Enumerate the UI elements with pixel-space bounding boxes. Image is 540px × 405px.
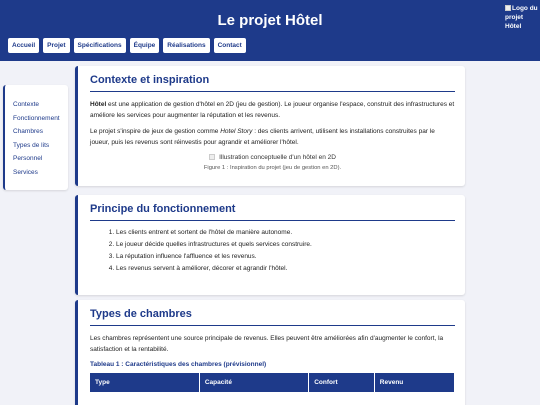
principle-steps: Les clients entrent et sortent de l'hôte… xyxy=(90,229,455,273)
hotel-strong: Hôtel xyxy=(90,101,107,108)
context-paragraph-1: Hôtel est une application de gestion d'h… xyxy=(90,100,455,121)
nav-projet[interactable]: Projet xyxy=(43,38,70,53)
context-paragraph-2: Le projet s'inspire de jeux de gestion c… xyxy=(90,127,455,148)
sidebar-item-fonctionnement[interactable]: Fonctionnement xyxy=(13,112,68,126)
list-item: Le joueur décide quelles infrastructures… xyxy=(116,241,455,249)
sidebar-item-contexte[interactable]: Contexte xyxy=(13,98,68,112)
col-capacite: Capacité xyxy=(199,373,310,392)
nav-accueil[interactable]: Accueil xyxy=(8,38,40,53)
figure-caption: Figure 1 : Inspiration du projet (jeu de… xyxy=(203,165,342,171)
principle-section: Principe du fonctionnement Les clients e… xyxy=(75,195,465,295)
principle-title: Principe du fonctionnement xyxy=(90,203,455,221)
sidebar-toc: Contexte Fonctionnement Chambres Types d… xyxy=(3,85,68,190)
col-revenu: Revenu xyxy=(374,373,456,392)
concept-image: Illustration conceptuelle d'un hôtel en … xyxy=(90,154,455,161)
context-title: Contexte et inspiration xyxy=(90,74,455,92)
sidebar-item-personnel[interactable]: Personnel xyxy=(13,152,68,166)
nav-realisations[interactable]: Réalisations xyxy=(163,38,210,53)
main-nav: Accueil Projet Spécifications Équipe Réa… xyxy=(8,38,246,53)
logo-image: Logo du projet Hôtel xyxy=(505,4,539,31)
col-confort: Confort xyxy=(308,373,375,392)
hotel-story-em: Hotel Story xyxy=(220,128,253,135)
site-title: Le projet Hôtel xyxy=(217,12,323,29)
table-header-row: Type Capacité Confort Revenu xyxy=(90,373,456,392)
sidebar-item-types-de-lits[interactable]: Types de lits xyxy=(13,139,68,153)
nav-equipe[interactable]: Équipe xyxy=(129,38,160,53)
nav-specifications[interactable]: Spécifications xyxy=(73,38,126,53)
col-type: Type xyxy=(90,373,200,392)
broken-image-icon xyxy=(505,5,511,11)
table-row xyxy=(90,392,455,405)
rooms-title: Types de chambres xyxy=(90,308,455,326)
figure-alt-text: Illustration conceptuelle d'un hôtel en … xyxy=(219,154,336,161)
broken-image-icon xyxy=(209,154,216,160)
site-header: Le projet Hôtel Logo du projet Hôtel Acc… xyxy=(0,0,540,61)
context-figure: Illustration conceptuelle d'un hôtel en … xyxy=(90,154,455,171)
sidebar-item-services[interactable]: Services xyxy=(13,166,68,180)
context-p2-before: Le projet s'inspire de jeux de gestion c… xyxy=(90,128,221,135)
table-caption: Tableau 1 : Caractéristiques des chambre… xyxy=(90,361,267,368)
list-item: Les clients entrent et sortent de l'hôte… xyxy=(116,229,455,237)
context-section: Contexte et inspiration Hôtel est une ap… xyxy=(75,66,465,186)
context-p1-text: est une application de gestion d'hôtel e… xyxy=(90,101,455,119)
nav-contact[interactable]: Contact xyxy=(213,38,246,53)
sidebar-item-chambres[interactable]: Chambres xyxy=(13,125,68,139)
list-item: Les revenus servent à améliorer, décorer… xyxy=(116,265,455,273)
rooms-section: Types de chambres Les chambres représent… xyxy=(75,300,465,405)
rooms-intro: Les chambres représentent une source pri… xyxy=(90,335,444,353)
list-item: La réputation influence l'affluence et l… xyxy=(116,253,455,261)
rooms-table: Type Capacité Confort Revenu xyxy=(90,373,456,405)
